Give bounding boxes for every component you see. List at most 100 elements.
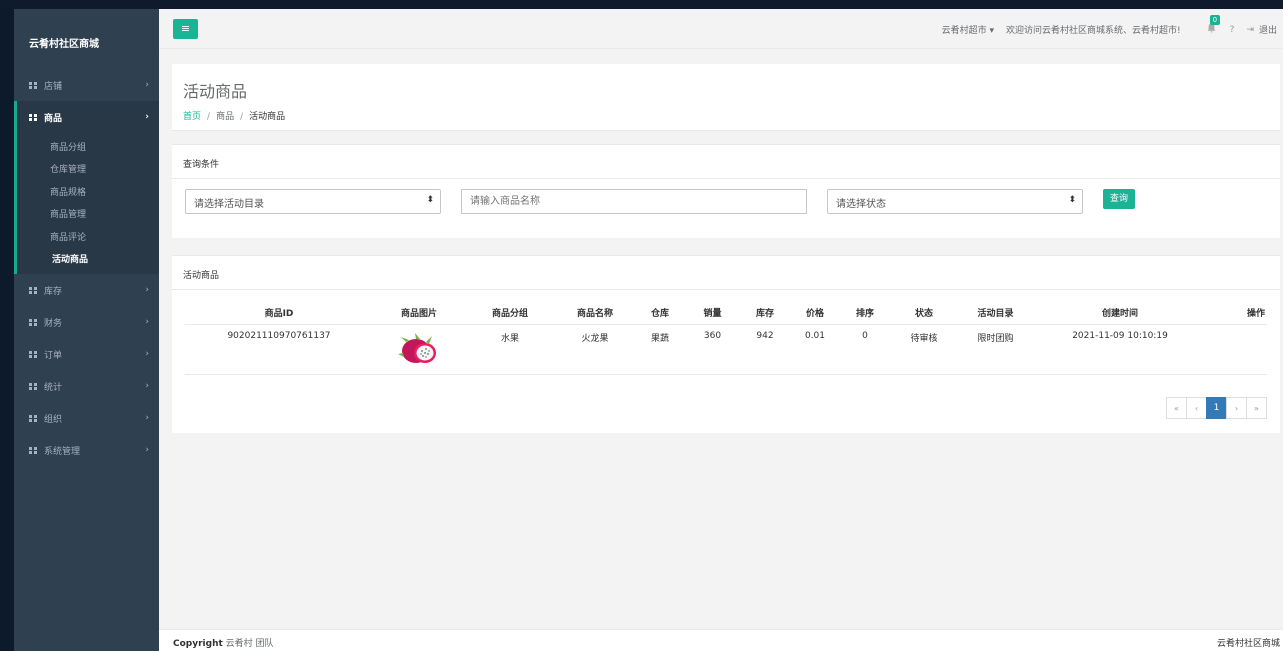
copyright-label: Copyright — [173, 639, 223, 649]
product-name-input[interactable] — [461, 189, 807, 214]
sidebar-item-products[interactable]: 商品 › — [14, 101, 159, 133]
column-header[interactable]: 商品图片 — [373, 302, 465, 325]
breadcrumb: 首页 / 商品 / 活动商品 — [183, 109, 1280, 122]
chevron-right-icon: › — [145, 317, 149, 327]
topbar-right: 云肴村超市 ▾ 欢迎访问云肴村社区商城系统、云肴村超市! 0 ? ⇥ 退出 — [942, 15, 1277, 36]
topbar: ≡ 云肴村超市 ▾ 欢迎访问云肴村社区商城系统、云肴村超市! 0 ? ⇥ 退出 — [159, 9, 1283, 49]
logout-link[interactable]: 退出 — [1259, 23, 1277, 36]
products-submenu: 商品分组 仓库管理 商品规格 商品管理 商品评论 活动商品 — [14, 133, 159, 274]
cell-operation — [1207, 324, 1267, 375]
table-row[interactable]: 902021110970761137 水果 火龙果 果蔬 360 942 0.0… — [185, 324, 1267, 375]
chevron-right-icon: › — [145, 445, 149, 455]
query-row: 请选择活动目录 ⬍ 请选择状态 ⬍ 查询 — [172, 179, 1280, 239]
notification-bell[interactable]: 0 — [1207, 15, 1221, 36]
sidebar-item-finance[interactable]: 财务 › — [14, 306, 159, 338]
sidebar-item-organization[interactable]: 组织 › — [14, 402, 159, 434]
chevron-right-icon: › — [145, 285, 149, 295]
column-header[interactable]: 商品ID — [185, 302, 373, 325]
activity-catalog-select[interactable]: 请选择活动目录 ⬍ — [185, 189, 441, 214]
chevron-right-icon: › — [145, 112, 149, 122]
page-title: 活动商品 — [183, 82, 248, 101]
pagination-first[interactable]: « — [1166, 397, 1187, 419]
cell-price: 0.01 — [790, 324, 840, 375]
pagination-last[interactable]: » — [1246, 397, 1267, 419]
grid-icon — [29, 81, 37, 89]
sidebar-item-system[interactable]: 系统管理 › — [14, 434, 159, 466]
chevron-right-icon: › — [145, 349, 149, 359]
activity-catalog-value: 请选择活动目录 — [194, 199, 264, 210]
cell-stock: 942 — [740, 324, 790, 375]
select-arrows-icon: ⬍ — [426, 195, 434, 205]
grid-icon — [29, 414, 37, 422]
cell-activity-catalog: 限时团购 — [958, 324, 1033, 375]
help-icon[interactable]: ? — [1230, 25, 1235, 35]
main-content: ≡ 云肴村超市 ▾ 欢迎访问云肴村社区商城系统、云肴村超市! 0 ? ⇥ 退出 … — [159, 9, 1283, 651]
grid-icon — [29, 350, 37, 358]
query-panel-title: 查询条件 — [172, 145, 1280, 179]
submenu-item-product-spec[interactable]: 商品规格 — [17, 180, 159, 203]
user-dropdown[interactable]: 云肴村超市 ▾ — [942, 23, 994, 36]
column-header[interactable]: 排序 — [840, 302, 890, 325]
sidebar-item-label: 统计 — [44, 382, 63, 393]
welcome-text: 欢迎访问云肴村社区商城系统、云肴村超市! — [1006, 26, 1181, 36]
column-header[interactable]: 销量 — [685, 302, 740, 325]
submenu-item-product-review[interactable]: 商品评论 — [17, 225, 159, 248]
column-header: 操作 — [1207, 302, 1267, 325]
pagination: « ‹ 1 › » — [1166, 397, 1267, 419]
column-header[interactable]: 商品名称 — [555, 302, 635, 325]
sidebar-item-label: 组织 — [44, 414, 63, 425]
chevron-right-icon: › — [145, 413, 149, 423]
submenu-item-product-manage[interactable]: 商品管理 — [17, 203, 159, 226]
column-header[interactable]: 价格 — [790, 302, 840, 325]
query-panel: 查询条件 请选择活动目录 ⬍ 请选择状态 ⬍ 查询 — [172, 144, 1280, 238]
cell-warehouse: 果蔬 — [635, 324, 685, 375]
grid-icon — [29, 113, 37, 121]
menu-toggle-button[interactable]: ≡ — [173, 19, 198, 39]
select-arrows-icon: ⬍ — [1068, 195, 1076, 205]
sidebar-item-label: 商品 — [44, 113, 63, 124]
sidebar-item-inventory[interactable]: 库存 › — [14, 274, 159, 306]
column-header[interactable]: 活动目录 — [958, 302, 1033, 325]
cell-status: 待审核 — [890, 324, 958, 375]
sidebar-item-orders[interactable]: 订单 › — [14, 338, 159, 370]
sidebar-item-statistics[interactable]: 统计 › — [14, 370, 159, 402]
column-header[interactable]: 库存 — [740, 302, 790, 325]
breadcrumb-separator: / — [207, 112, 211, 122]
table-header-row: 商品ID 商品图片 商品分组 商品名称 仓库 销量 库存 价格 排序 状态 活动… — [185, 302, 1267, 325]
list-panel-title: 活动商品 — [172, 256, 1280, 290]
column-header[interactable]: 创建时间 — [1033, 302, 1207, 325]
cell-product-image[interactable] — [373, 324, 465, 375]
submenu-item-warehouse[interactable]: 仓库管理 — [17, 158, 159, 181]
breadcrumb-separator: / — [240, 112, 244, 122]
logout-icon: ⇥ — [1246, 24, 1254, 35]
cell-product-group: 水果 — [465, 324, 555, 375]
sidebar-item-store[interactable]: 店铺 › — [14, 69, 159, 101]
query-button[interactable]: 查询 — [1103, 189, 1135, 209]
breadcrumb-current: 活动商品 — [249, 112, 286, 122]
submenu-item-product-group[interactable]: 商品分组 — [17, 135, 159, 158]
grid-icon — [29, 286, 37, 294]
submenu-item-activity-products[interactable]: 活动商品 — [17, 248, 159, 271]
status-select[interactable]: 请选择状态 ⬍ — [827, 189, 1083, 214]
sidebar-item-label: 财务 — [44, 318, 63, 329]
pagination-next[interactable]: › — [1226, 397, 1247, 419]
sidebar-item-label: 店铺 — [44, 81, 63, 92]
dragon-fruit-image — [398, 332, 436, 363]
sidebar: 云肴村社区商城 店铺 › 商品 › 商品分组 仓库管理 商品规格 商品管理 商品… — [14, 9, 159, 651]
pagination-page[interactable]: 1 — [1206, 397, 1227, 419]
breadcrumb-products[interactable]: 商品 — [216, 112, 234, 122]
cell-created-time: 2021-11-09 10:10:19 — [1033, 324, 1207, 375]
pagination-prev[interactable]: ‹ — [1186, 397, 1207, 419]
column-header[interactable]: 状态 — [890, 302, 958, 325]
activity-products-table: 商品ID 商品图片 商品分组 商品名称 仓库 销量 库存 价格 排序 状态 活动… — [185, 302, 1267, 375]
grid-icon — [29, 382, 37, 390]
copyright-owner: 云肴村 团队 — [225, 639, 274, 649]
column-header[interactable]: 商品分组 — [465, 302, 555, 325]
grid-icon — [29, 318, 37, 326]
sidebar-item-label: 系统管理 — [44, 446, 81, 457]
breadcrumb-home[interactable]: 首页 — [183, 112, 201, 122]
grid-icon — [29, 446, 37, 454]
column-header[interactable]: 仓库 — [635, 302, 685, 325]
sidebar-item-label: 订单 — [44, 350, 63, 361]
footer-copyright: Copyright 云肴村 团队 — [173, 639, 274, 649]
